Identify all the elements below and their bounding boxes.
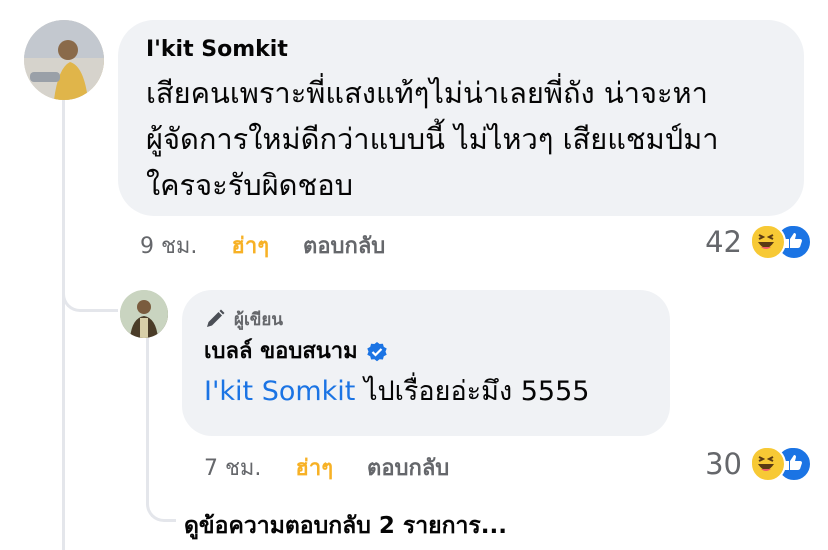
comment-text: เสียคนเพราะพี่แสงแท้ๆไม่น่าเลยพี่ถัง น่า… (146, 76, 719, 202)
reply-thread-connector (146, 490, 176, 522)
reply-text: I'kit Somkit ไปเรื่อยอ่ะมึง 5555 (204, 370, 648, 414)
comment-reactions[interactable]: 42 (705, 224, 812, 260)
reply-reply-button[interactable]: ตอบกลับ (367, 450, 449, 485)
haha-reaction-button[interactable]: ฮ่าๆ (231, 228, 269, 263)
comment-actions: 9 ชม. ฮ่าๆ ตอบกลับ (140, 228, 385, 263)
mention-link[interactable]: I'kit Somkit (204, 376, 355, 407)
reply-haha-reaction-button[interactable]: ฮ่าๆ (295, 450, 333, 485)
comment-bubble: I'kit Somkit เสียคนเพราะพี่แสงแท้ๆไม่น่า… (118, 20, 804, 216)
reply-thread-line (146, 338, 149, 498)
reply-bubble: ผู้เขียน เบลล์ ขอบสนาม I'kit Somkit ไปเร… (182, 290, 670, 436)
haha-icon (750, 446, 786, 482)
comment-author-name[interactable]: I'kit Somkit (146, 34, 776, 66)
author-badge-label: ผู้เขียน (234, 309, 283, 330)
thread-line (62, 100, 65, 550)
replier-avatar[interactable] (120, 290, 168, 338)
reply-reactions[interactable]: 30 (705, 446, 812, 482)
reply-reaction-count: 30 (705, 447, 742, 481)
commenter-avatar[interactable] (24, 20, 104, 100)
reaction-count: 42 (705, 225, 742, 259)
reply-timestamp[interactable]: 7 ชม. (204, 450, 261, 485)
reply-body: ไปเรื่อยอ่ะมึง 5555 (355, 376, 590, 407)
reply-actions: 7 ชม. ฮ่าๆ ตอบกลับ (204, 450, 449, 485)
verified-badge-icon (366, 342, 387, 362)
author-badge: ผู้เขียน (204, 304, 648, 334)
pencil-icon (207, 309, 225, 327)
comment-timestamp[interactable]: 9 ชม. (140, 228, 197, 263)
reply-button[interactable]: ตอบกลับ (303, 228, 385, 263)
haha-icon (750, 224, 786, 260)
reply-author-name[interactable]: เบลล์ ขอบสนาม (204, 334, 358, 370)
view-more-replies-link[interactable]: ดูข้อความตอบกลับ 2 รายการ... (184, 508, 507, 544)
thread-connector (62, 280, 118, 312)
